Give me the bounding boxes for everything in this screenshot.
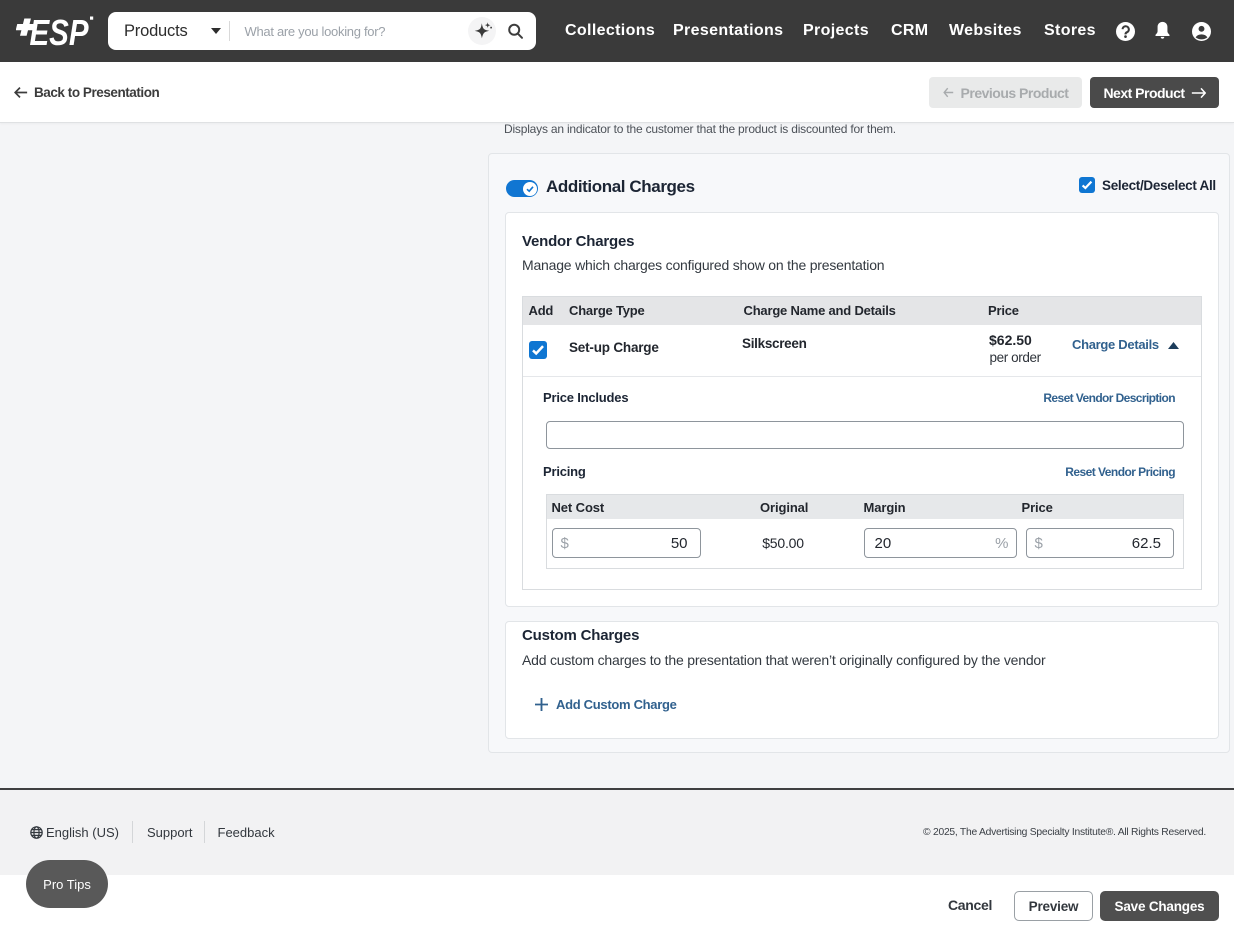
svg-text:ESP: ESP [30, 15, 89, 49]
